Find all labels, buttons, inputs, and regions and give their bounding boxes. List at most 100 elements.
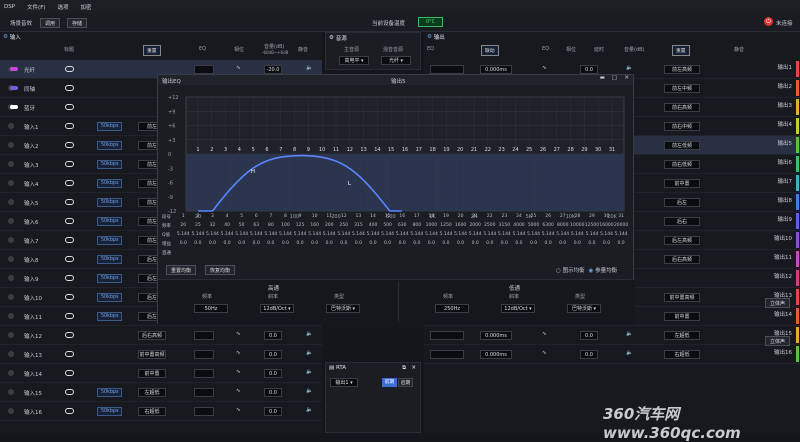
eq-band-number[interactable]: 21 (471, 147, 477, 153)
eq-param-cell[interactable]: 0.0 (526, 241, 541, 246)
eq-param-cell[interactable]: 1250 (439, 223, 454, 228)
delay-input[interactable]: 0.000ms (480, 65, 512, 74)
output-volume-input[interactable]: 0.0 (580, 65, 598, 74)
phase-icon[interactable]: ∿ (236, 369, 241, 375)
save-button[interactable]: 存储 (67, 18, 88, 28)
eq-param-cell[interactable]: 5.144 (234, 232, 249, 237)
row-toggle-icon[interactable] (8, 275, 14, 281)
rate-chip[interactable]: 50kbps (97, 122, 123, 131)
link-icon[interactable] (65, 332, 74, 338)
eq-button[interactable] (194, 407, 214, 416)
input-row[interactable]: 输入16 50kbps 右超低 ∿ 0.0 🔈 (0, 402, 322, 421)
eq-param-cell[interactable]: 0.0 (205, 241, 220, 246)
eq-param-cell[interactable]: 0.0 (366, 241, 381, 246)
eq-band-number[interactable]: 27 (554, 147, 560, 153)
output-dest-select[interactable]: 前中置高频 (664, 293, 700, 302)
eq-param-cell[interactable]: 2000 (468, 223, 483, 228)
eq-band-number[interactable]: 26 (540, 147, 546, 153)
link-icon[interactable] (65, 142, 74, 148)
row-toggle-icon[interactable] (8, 180, 14, 186)
phase-icon[interactable]: ∿ (236, 350, 241, 356)
eq-param-cell[interactable]: 0.0 (278, 241, 293, 246)
eq-param-cell[interactable]: 5.144 (322, 232, 337, 237)
eq-param-cell[interactable]: 160 (307, 223, 322, 228)
output-dest-select[interactable]: 后左 (664, 198, 700, 207)
menu-load[interactable]: 加密 (81, 3, 92, 11)
eq-param-cell[interactable]: 0.0 (307, 241, 322, 246)
eq-param-cell[interactable]: 0.0 (322, 241, 337, 246)
eq-band-number[interactable]: 17 (416, 147, 422, 153)
eq-band-number[interactable]: 16 (402, 147, 408, 153)
link-icon[interactable] (65, 180, 74, 186)
eq-param-cell[interactable]: 25 (191, 223, 206, 228)
eq-param-cell[interactable]: 5.144 (307, 232, 322, 237)
menu-options[interactable]: 选项 (58, 3, 69, 11)
rate-chip[interactable]: 50kbps (97, 236, 123, 245)
volume-input[interactable]: 0.0 (264, 369, 282, 378)
lp-freq-input[interactable]: 250Hz (435, 304, 469, 313)
eq-param-cell[interactable]: 3150 (497, 223, 512, 228)
link-icon[interactable] (65, 123, 74, 129)
eq-param-cell[interactable]: 10000 (570, 223, 585, 228)
link-icon[interactable] (65, 389, 74, 395)
row-toggle-icon[interactable] (8, 256, 14, 262)
eq-param-cell[interactable]: 5.144 (468, 232, 483, 237)
eq-band-number[interactable]: 1 (196, 147, 199, 153)
row-toggle-icon[interactable] (8, 123, 14, 129)
link-icon[interactable] (65, 408, 74, 414)
output-dest-select[interactable]: 前左中频 (664, 84, 700, 93)
rate-chip[interactable]: 50kbps (97, 407, 123, 416)
row-toggle-icon[interactable] (8, 218, 14, 224)
eq-band-number[interactable]: 23 (498, 147, 504, 153)
eq-param-cell[interactable]: 0.0 (541, 241, 556, 246)
rate-chip[interactable]: 50kbps (97, 293, 123, 302)
eq-band-number[interactable]: 4 (238, 147, 241, 153)
eq-param-cell[interactable]: 5.144 (176, 232, 191, 237)
phase-icon[interactable]: ∿ (236, 407, 241, 413)
eq-param-cell[interactable]: 4000 (512, 223, 527, 228)
eq-param-cell[interactable]: 200 (322, 223, 337, 228)
row-toggle-icon[interactable] (8, 313, 14, 319)
output-row[interactable]: 0.000ms ∿ 0.0 🔈 右超低 输出16 (424, 345, 800, 364)
eq-param-cell[interactable]: 100 (278, 223, 293, 228)
eq-param-cell[interactable]: 0.0 (191, 241, 206, 246)
eq-param-cell[interactable]: 0.0 (482, 241, 497, 246)
eq-param-cell[interactable]: 5.144 (249, 232, 264, 237)
rate-chip[interactable]: 50kbps (97, 160, 123, 169)
eq-param-cell[interactable]: 125 (293, 223, 308, 228)
lp-slope-select[interactable]: 12dB/Oct ▾ (501, 304, 535, 313)
eq-param-cell[interactable]: 0.0 (176, 241, 191, 246)
eq-param-cell[interactable]: 250 (337, 223, 352, 228)
eq-param-cell[interactable]: 0.0 (512, 241, 527, 246)
rate-chip[interactable]: 50kbps (97, 141, 123, 150)
output-dest-select[interactable]: 后左高频 (664, 236, 700, 245)
delay-input[interactable]: 0.000ms (480, 331, 512, 340)
eq-band-number[interactable]: 14 (374, 147, 380, 153)
eq-button[interactable] (194, 350, 214, 359)
row-toggle-icon[interactable] (8, 408, 14, 414)
eq-param-cell[interactable]: 5.144 (512, 232, 527, 237)
eq-param-cell[interactable]: 0.0 (380, 241, 395, 246)
eq-band-number[interactable]: 5 (252, 147, 255, 153)
eq-band-number[interactable]: 20 (457, 147, 463, 153)
eq-param-cell[interactable]: 5.144 (264, 232, 279, 237)
eq-param-cell[interactable]: 5.144 (482, 232, 497, 237)
eq-band-number[interactable]: 7 (279, 147, 282, 153)
eq-band-number[interactable]: 12 (347, 147, 353, 153)
eq-param-cell[interactable]: 50 (234, 223, 249, 228)
rta-pre-button[interactable]: 前期 (382, 378, 397, 387)
volume-input[interactable]: 0.0 (264, 407, 282, 416)
output-dest-select[interactable]: 前左低频 (664, 141, 700, 150)
reset-eq-button[interactable]: 重置均衡 (166, 265, 197, 275)
eq-param-cell[interactable]: 5000 (526, 223, 541, 228)
input-row[interactable]: 输入12 后右高频 ∿ 0.0 🔈 (0, 326, 322, 345)
input-row[interactable]: 输入15 50kbps 左超低 ∿ 0.0 🔈 (0, 383, 322, 402)
row-toggle-icon[interactable] (8, 332, 14, 338)
rate-chip[interactable]: 50kbps (97, 274, 123, 283)
eq-band-number[interactable]: 24 (512, 147, 518, 153)
hp-slope-select[interactable]: 12dB/Oct ▾ (260, 304, 294, 313)
eq-band-number[interactable]: 11 (333, 147, 339, 153)
output-eq-button[interactable] (430, 331, 464, 340)
eq-param-cell[interactable]: 1600 (453, 223, 468, 228)
link-icon[interactable] (65, 256, 74, 262)
